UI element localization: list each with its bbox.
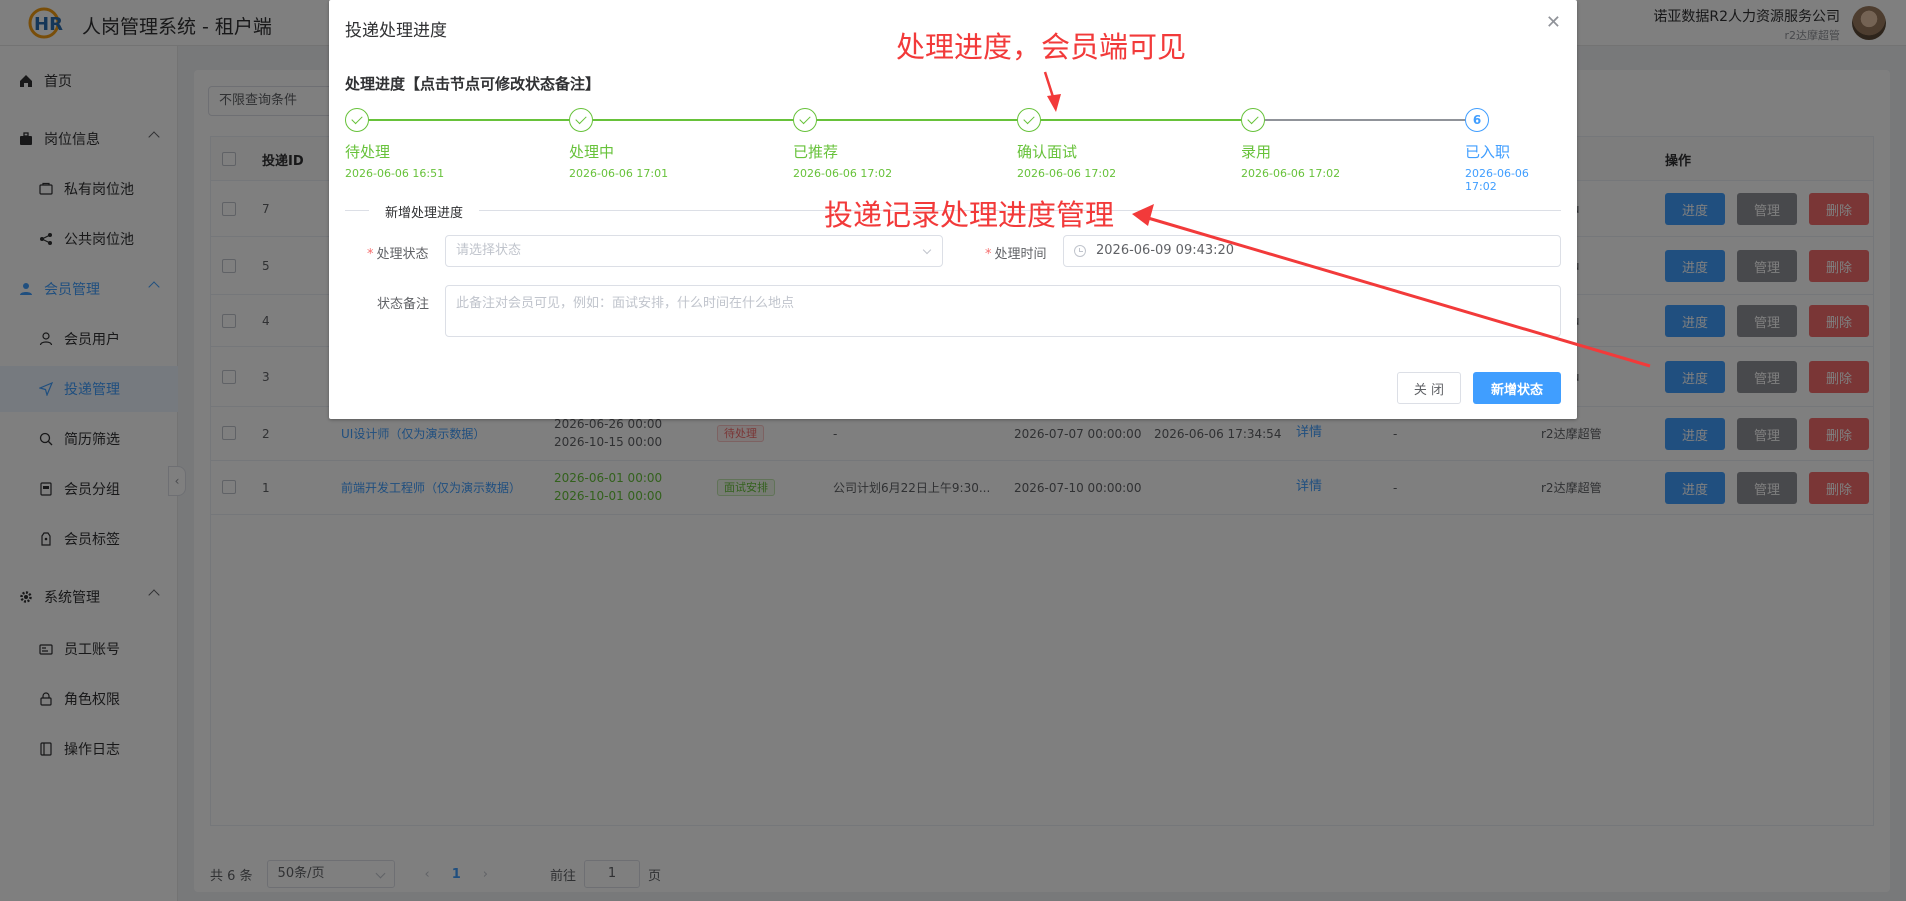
step-node-5[interactable]: [1241, 108, 1265, 132]
time-value: 2026-06-09 09:43:20: [1096, 243, 1235, 258]
check-icon: [575, 112, 587, 125]
time-picker[interactable]: 2026-06-09 09:43:20: [1063, 235, 1561, 267]
add-status-button[interactable]: 新增状态: [1473, 372, 1561, 404]
step-time: 2026-06-06 16:51: [345, 167, 445, 180]
step-time: 2026-06-06 17:02: [1241, 167, 1341, 180]
step-time: 2026-06-06 17:02: [1017, 167, 1117, 180]
step-node-4[interactable]: [1017, 108, 1041, 132]
step-node-6[interactable]: 6: [1465, 108, 1489, 132]
close-icon[interactable]: ✕: [1546, 12, 1561, 33]
status-placeholder: 请选择状态: [456, 243, 522, 258]
step-label[interactable]: 确认面试: [1017, 141, 1077, 162]
step-label[interactable]: 待处理: [345, 141, 390, 162]
clock-icon: [1074, 245, 1086, 257]
remark-textarea[interactable]: 此备注对会员可见，例如：面试安排，什么时间在什么地点: [445, 285, 1561, 337]
dialog-title: 投递处理进度: [345, 21, 447, 41]
step-label[interactable]: 已推荐: [793, 141, 838, 162]
check-icon: [799, 112, 811, 125]
step-node-2[interactable]: [569, 108, 593, 132]
step-node-3[interactable]: [793, 108, 817, 132]
step-time: 2026-06-06 17:01: [569, 167, 669, 180]
close-button[interactable]: 关 闭: [1397, 372, 1461, 404]
status-label: * 处理状态: [367, 247, 429, 262]
check-icon: [1247, 112, 1259, 125]
annotation-top: 处理进度，会员端可见: [896, 30, 1187, 64]
step-label[interactable]: 录用: [1241, 141, 1271, 162]
status-select[interactable]: 请选择状态: [445, 235, 943, 267]
step-time: 2026-06-06 17:02: [1465, 167, 1529, 193]
step-label[interactable]: 已入职: [1465, 141, 1510, 162]
divider-text: 新增处理进度: [369, 202, 480, 221]
check-icon: [351, 112, 363, 125]
step-label[interactable]: 处理中: [569, 141, 614, 162]
step-connector: [1265, 119, 1465, 121]
progress-section-title: 处理进度【点击节点可修改状态备注】: [345, 75, 601, 93]
annotation-middle: 投递记录处理进度管理: [824, 198, 1115, 232]
step-node-1[interactable]: [345, 108, 369, 132]
step-time: 2026-06-06 17:02: [793, 167, 893, 180]
step-connector: [369, 119, 569, 121]
time-label: * 处理时间: [985, 247, 1047, 262]
chevron-down-icon: [922, 245, 932, 255]
step-connector: [593, 119, 793, 121]
check-icon: [1023, 112, 1035, 125]
remark-label: 状态备注: [377, 297, 430, 312]
progress-steps: 待处理 2026-06-06 16:51 处理中 2026-06-06 17:0…: [345, 108, 1561, 193]
step-connector: [817, 119, 1017, 121]
step-connector: [1041, 119, 1241, 121]
